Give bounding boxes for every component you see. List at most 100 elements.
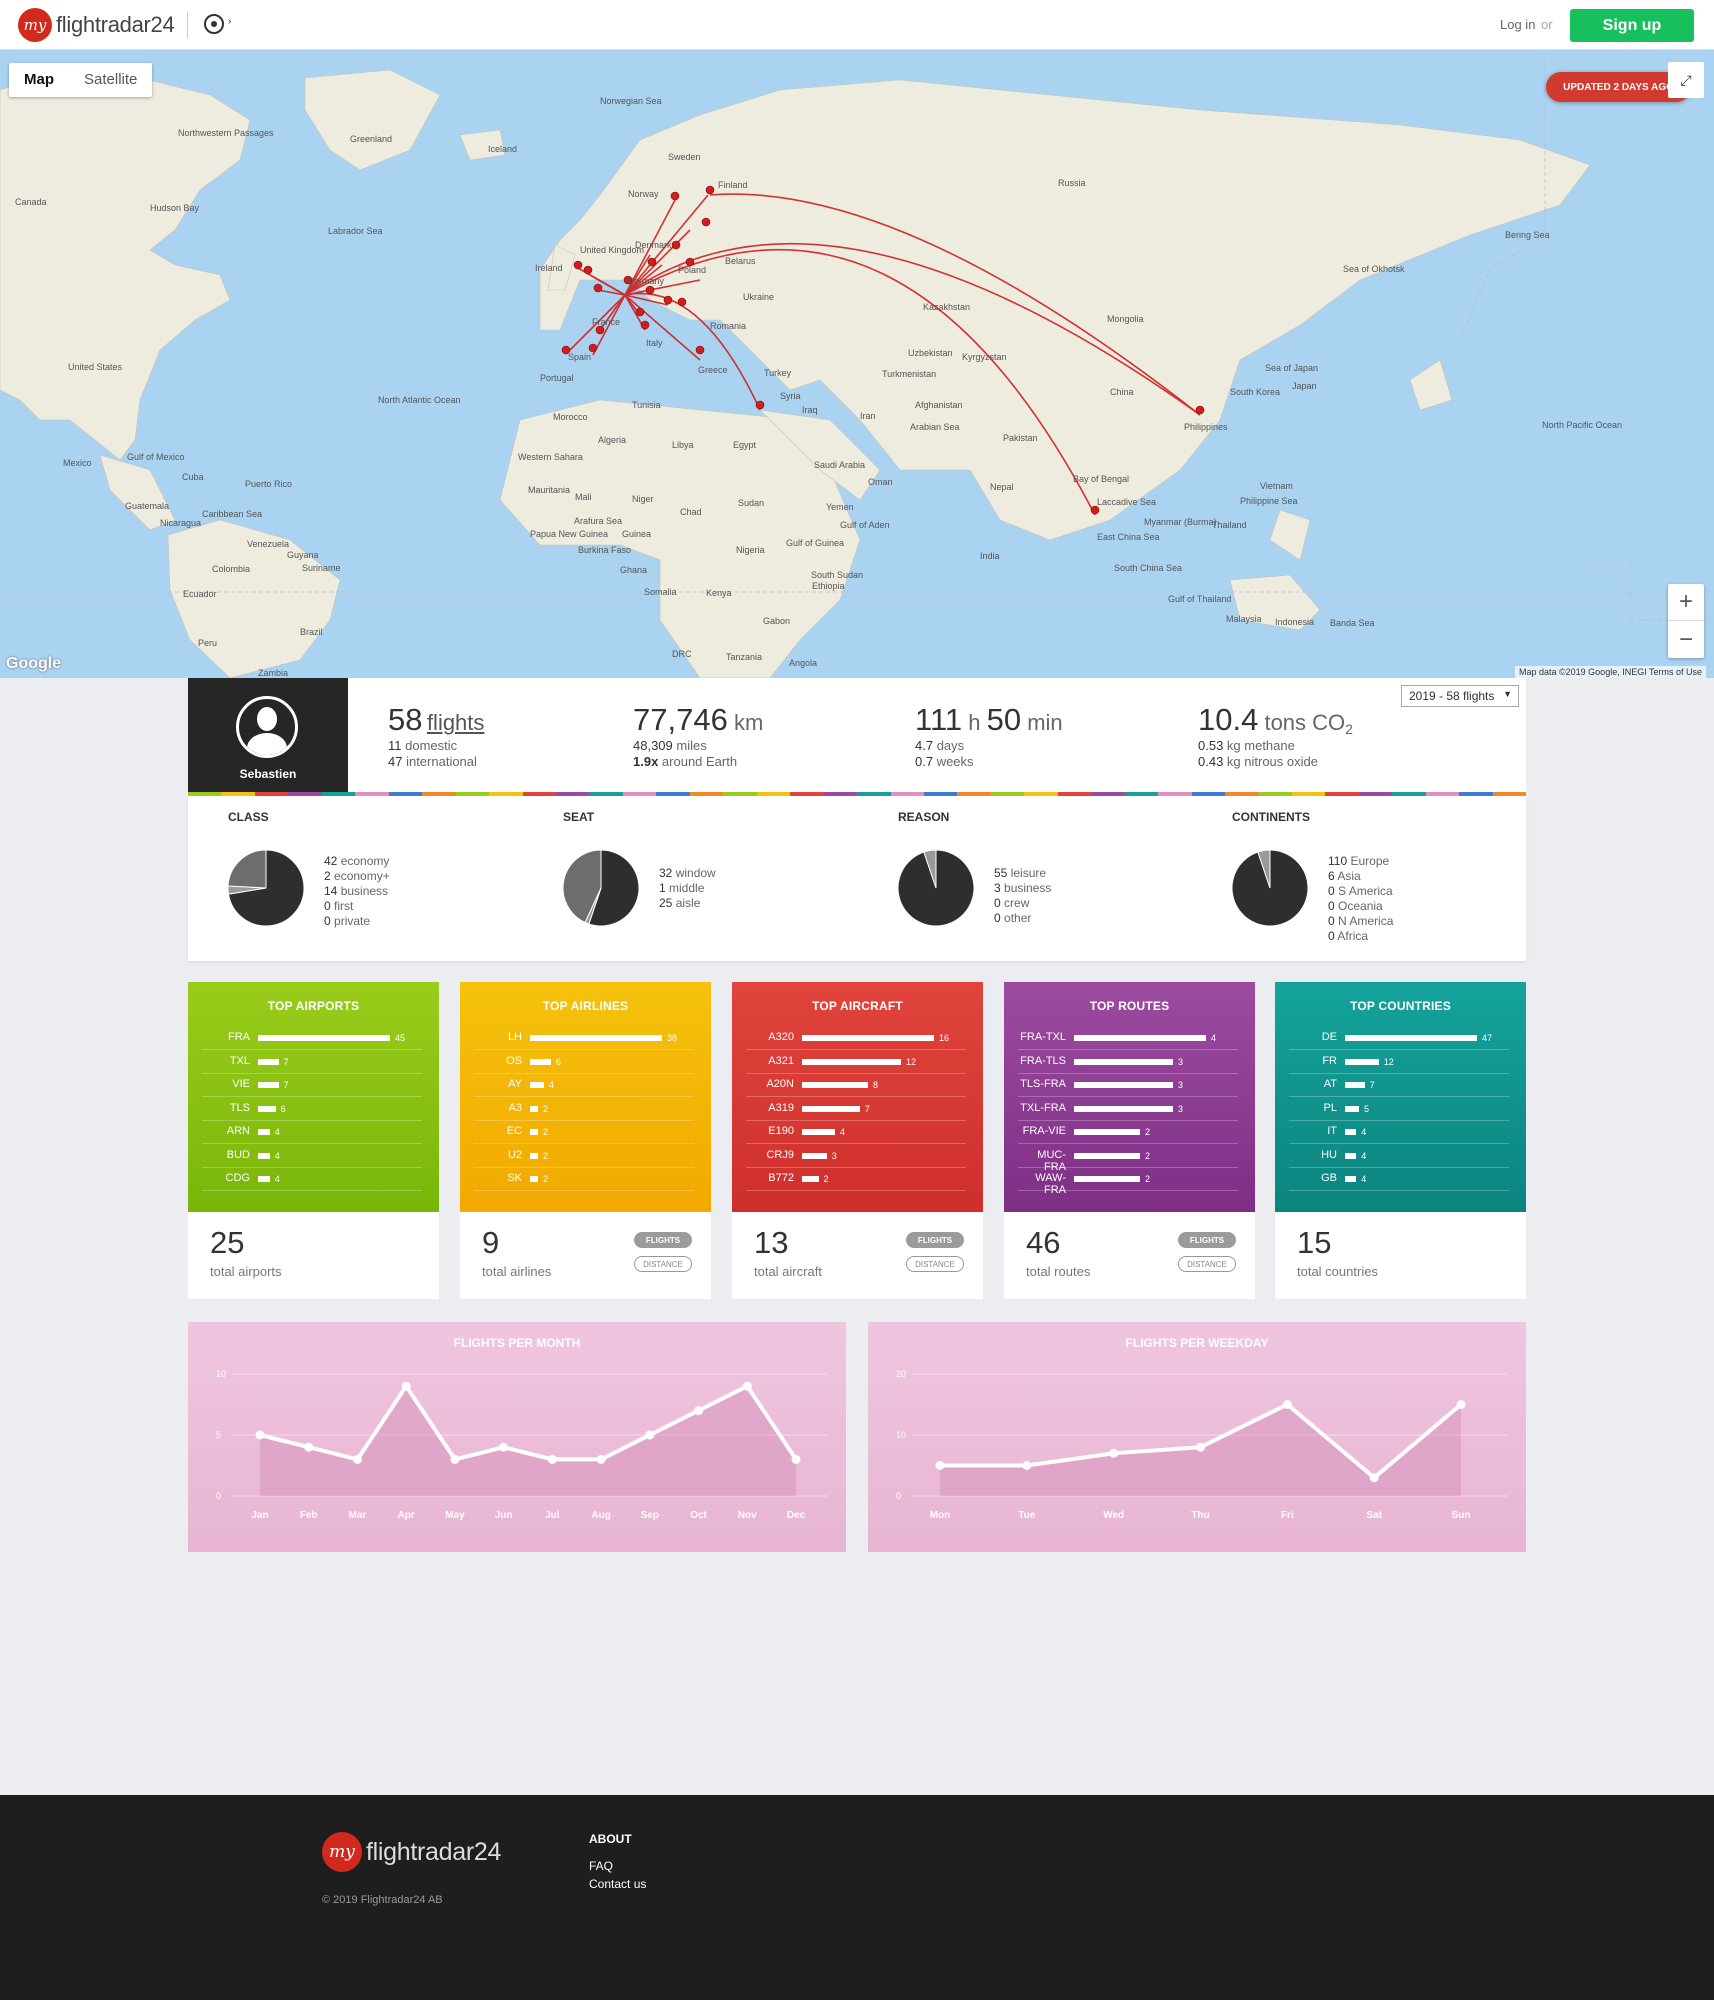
card-row[interactable]: TLS 6 [202,1098,422,1121]
flights-toggle[interactable]: FLIGHTS [634,1232,692,1248]
footer-faq-link[interactable]: FAQ [589,1859,613,1873]
data-point[interactable] [694,1406,704,1416]
map-label: United States [68,362,123,372]
data-point[interactable] [499,1442,509,1452]
signup-button[interactable]: Sign up [1570,9,1694,42]
data-point[interactable] [791,1454,801,1464]
nitrous-label: kg nitrous oxide [1223,754,1318,769]
map-label: Sea of Japan [1265,363,1318,373]
data-point[interactable] [1456,1400,1466,1409]
card-row[interactable]: AT 7 [1289,1074,1509,1097]
card-top-airports: TOP AIRPORTS FRA 45 TXL 7 VIE 7 TLS 6 ARN 4 BUD 4 CDG… [188,982,439,1299]
footer-contact-link[interactable]: Contact us [589,1877,646,1891]
co2-subscript: 2 [1345,721,1353,738]
map-label: Pakistan [1003,433,1038,443]
card-row[interactable]: BUD 4 [202,1145,422,1168]
card-row[interactable]: A320 16 [746,1027,966,1050]
card-row[interactable]: WAW-FRA 2 [1018,1168,1238,1196]
data-point[interactable] [742,1381,752,1391]
data-point[interactable] [1196,1442,1205,1452]
card-row[interactable]: DE 47 [1289,1027,1509,1050]
login-link[interactable]: Log in [1500,17,1535,32]
flights-link[interactable]: flights [427,710,484,735]
card-row[interactable]: U2 2 [474,1145,694,1168]
tab-map[interactable]: Map [9,63,69,97]
flights-toggle[interactable]: FLIGHTS [906,1232,964,1248]
pie-legend-item: 0 crew [994,896,1051,911]
card-row[interactable]: B772 2 [746,1168,966,1191]
card-row[interactable]: SK 2 [474,1168,694,1191]
footer-about-heading: ABOUT [589,1832,632,1846]
card-row[interactable]: AY 4 [474,1074,694,1097]
flights-toggle[interactable]: FLIGHTS [1178,1232,1236,1248]
data-point[interactable] [547,1454,557,1464]
card-row[interactable]: GB 4 [1289,1168,1509,1191]
footer-logo[interactable]: my flightradar24 [322,1832,501,1872]
card-row[interactable]: FRA 45 [202,1027,422,1050]
card-row[interactable]: MUC-FRA 2 [1018,1145,1238,1173]
card-row[interactable]: IT 4 [1289,1121,1509,1144]
data-point[interactable] [255,1430,265,1440]
card-row[interactable]: PL 5 [1289,1098,1509,1121]
distance-toggle[interactable]: DISTANCE [634,1256,692,1272]
pie-legend-label: Asia [1334,869,1361,883]
card-row[interactable]: A319 7 [746,1098,966,1121]
map-label: North Pacific Ocean [1542,420,1622,430]
distance-toggle[interactable]: DISTANCE [906,1256,964,1272]
data-point[interactable] [401,1381,411,1391]
card-row[interactable]: LH 38 [474,1027,694,1050]
year-select[interactable]: 2019 - 58 flights ▼ [1401,685,1519,707]
card-row[interactable]: A3 2 [474,1098,694,1121]
tab-satellite[interactable]: Satellite [69,63,152,97]
card-row[interactable]: A321 12 [746,1051,966,1074]
pie-class: CLASS 42 economy 2 economy+ 14 business 0 fi… [188,810,508,950]
map-label: Iran [860,411,876,421]
card-row[interactable]: E190 4 [746,1121,966,1144]
card-row[interactable]: FRA-TLS 3 [1018,1051,1238,1074]
card-row[interactable]: VIE 7 [202,1074,422,1097]
card-row[interactable]: ARN 4 [202,1121,422,1144]
pie-legend-item: 2 economy+ [324,869,390,884]
card-row[interactable]: TXL 7 [202,1051,422,1074]
data-point[interactable] [645,1430,655,1440]
radar-icon[interactable] [204,14,224,34]
zoom-out-button[interactable]: − [1668,621,1704,658]
row-value: 5 [1364,1103,1370,1114]
card-row[interactable]: TXL-FRA 3 [1018,1098,1238,1121]
data-point[interactable] [304,1442,314,1452]
data-point[interactable] [1109,1448,1119,1458]
data-point[interactable] [352,1454,362,1464]
zoom-in-button[interactable]: + [1668,584,1704,621]
map-label: Libya [672,440,694,450]
card-row[interactable]: OS 6 [474,1051,694,1074]
card-row[interactable]: FR 12 [1289,1051,1509,1074]
card-row[interactable]: A20N 8 [746,1074,966,1097]
card-row[interactable]: HU 4 [1289,1145,1509,1168]
x-tick-label: Jan [251,1510,268,1521]
pie-legend-item: 0 other [994,911,1051,926]
card-row[interactable]: CDG 4 [202,1168,422,1191]
flight-map[interactable]: Norwegian Sea Greenland Iceland Sweden Finla… [0,50,1714,678]
fullscreen-icon[interactable]: ⤢ [1668,62,1704,98]
pie-legend-value: 0 [1328,884,1335,898]
profile-panel[interactable]: Sebastien [188,678,348,796]
card-row[interactable]: CRJ9 3 [746,1145,966,1168]
data-point[interactable] [935,1461,945,1470]
card-row[interactable]: EC 2 [474,1121,694,1144]
days-label: days [933,738,965,753]
flightradar-logo[interactable]: my flightradar24 [18,8,175,42]
y-tick-label: 10 [216,1369,226,1379]
card-row[interactable]: FRA-TXL 4 [1018,1027,1238,1050]
data-point[interactable] [1282,1400,1292,1409]
card-row[interactable]: FRA-VIE 2 [1018,1121,1238,1144]
data-point[interactable] [1369,1473,1379,1483]
data-point[interactable] [596,1454,606,1464]
x-tick-label: Nov [738,1510,757,1521]
chevron-right-icon[interactable]: › [228,16,231,27]
data-point[interactable] [1022,1461,1032,1470]
distance-toggle[interactable]: DISTANCE [1178,1256,1236,1272]
card-row[interactable]: TLS-FRA 3 [1018,1074,1238,1097]
map-attribution[interactable]: Map data ©2019 Google, INEGI Terms of Us… [1515,666,1707,678]
row-value: 4 [274,1150,280,1161]
data-point[interactable] [450,1454,460,1464]
